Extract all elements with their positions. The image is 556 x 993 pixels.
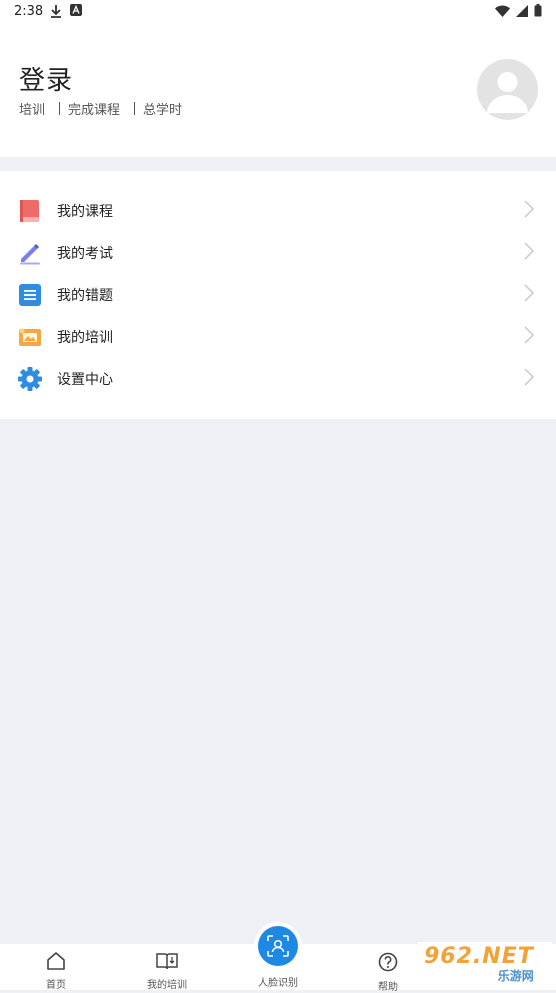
download-icon [50, 4, 62, 22]
app-notification-icon [70, 4, 82, 20]
menu-label: 我的考试 [57, 246, 113, 262]
chevron-right-icon [524, 284, 535, 306]
avatar[interactable] [477, 59, 538, 120]
user-avatar-icon [487, 72, 528, 113]
training-icon [18, 325, 42, 349]
face-recognition-button[interactable] [254, 922, 302, 970]
pen-icon [18, 241, 42, 265]
gear-icon [18, 367, 42, 391]
menu-label: 我的课程 [57, 204, 113, 220]
tab-my-training[interactable]: 我的培训 [140, 944, 194, 991]
menu-item-wrong-questions[interactable]: 我的错题 [0, 274, 556, 316]
battery-icon [534, 4, 542, 21]
help-icon [378, 952, 398, 976]
open-book-icon [156, 952, 178, 974]
watermark-line2: 乐游网 [497, 969, 534, 983]
stat-divider [59, 102, 61, 115]
chevron-right-icon [524, 326, 535, 348]
menu-item-my-courses[interactable]: 我的课程 [0, 190, 556, 232]
chevron-right-icon [524, 368, 535, 390]
login-link[interactable]: 登录 [19, 60, 73, 97]
tab-label: 帮助 [378, 982, 398, 993]
status-bar: 2:38 [0, 0, 556, 24]
watermark-line1: 962.NET [424, 944, 534, 969]
book-icon [18, 199, 42, 223]
stat-divider [134, 102, 136, 115]
stat-total-hours: 总学时 [143, 103, 183, 118]
menu-item-my-training[interactable]: 我的培训 [0, 316, 556, 358]
chevron-right-icon [524, 242, 535, 264]
profile-header: 登录 培训 完成课程 总学时 [0, 24, 556, 157]
face-recognition-icon [267, 935, 289, 957]
home-icon [46, 952, 66, 974]
wifi-icon [495, 5, 510, 21]
tab-help[interactable]: 帮助 [370, 944, 406, 993]
menu-item-settings[interactable]: 设置中心 [0, 358, 556, 400]
chevron-right-icon [524, 200, 535, 222]
tab-label: 我的培训 [147, 980, 187, 991]
menu-label: 设置中心 [57, 372, 113, 388]
tab-home[interactable]: 首页 [36, 944, 76, 991]
document-icon [18, 283, 42, 307]
tab-label: 首页 [46, 980, 66, 991]
signal-icon [516, 4, 528, 21]
menu-label: 我的培训 [57, 330, 113, 346]
stat-completed-courses: 完成课程 [68, 103, 121, 118]
stats-row: 培训 完成课程 总学时 [19, 99, 182, 118]
menu-item-my-exams[interactable]: 我的考试 [0, 232, 556, 274]
stat-training: 培训 [19, 103, 46, 118]
menu-card: 我的课程 我的考试 我的错题 我的培训 设置中心 [0, 171, 556, 419]
watermark-logo: 962.NET 乐游网 [418, 942, 552, 986]
status-time: 2:38 [14, 4, 44, 19]
menu-label: 我的错题 [57, 288, 113, 304]
face-button-circle [258, 926, 298, 966]
tab-label: 人脸识别 [258, 978, 298, 989]
